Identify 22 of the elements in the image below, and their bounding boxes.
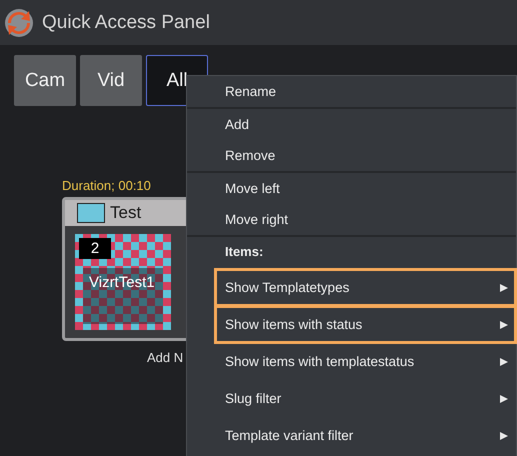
- menu-item[interactable]: Add: [187, 109, 516, 140]
- submenu-arrow-icon: [500, 432, 508, 440]
- submenu-arrow-icon: [500, 320, 508, 328]
- window-title: Quick Access Panel: [42, 12, 210, 34]
- logo-icon: [4, 8, 34, 38]
- submenu-item[interactable]: Show items with templatestatus: [215, 343, 516, 380]
- submenu-item[interactable]: Template variant filter: [215, 417, 516, 454]
- submenu-item[interactable]: Show items with status: [215, 306, 516, 343]
- card-title: Test: [110, 203, 142, 223]
- submenu-item[interactable]: Show Templatetypes: [215, 269, 516, 306]
- submenu-arrow-icon: [500, 394, 508, 402]
- submenu-arrow-icon: [500, 358, 508, 366]
- template-name: VizrtTest1: [89, 274, 155, 291]
- item-number: 2: [79, 238, 111, 259]
- submenu-arrow-icon: [500, 284, 508, 292]
- tab[interactable]: Cam: [14, 55, 76, 106]
- duration-label: Duration; 00:10: [62, 178, 151, 193]
- menu-section-header: Items:: [224, 243, 264, 261]
- tab[interactable]: Vid: [80, 55, 142, 106]
- add-label: Add N: [147, 350, 184, 365]
- submenu-item[interactable]: Slug filter: [215, 380, 516, 417]
- menu-item[interactable]: Remove: [187, 140, 516, 171]
